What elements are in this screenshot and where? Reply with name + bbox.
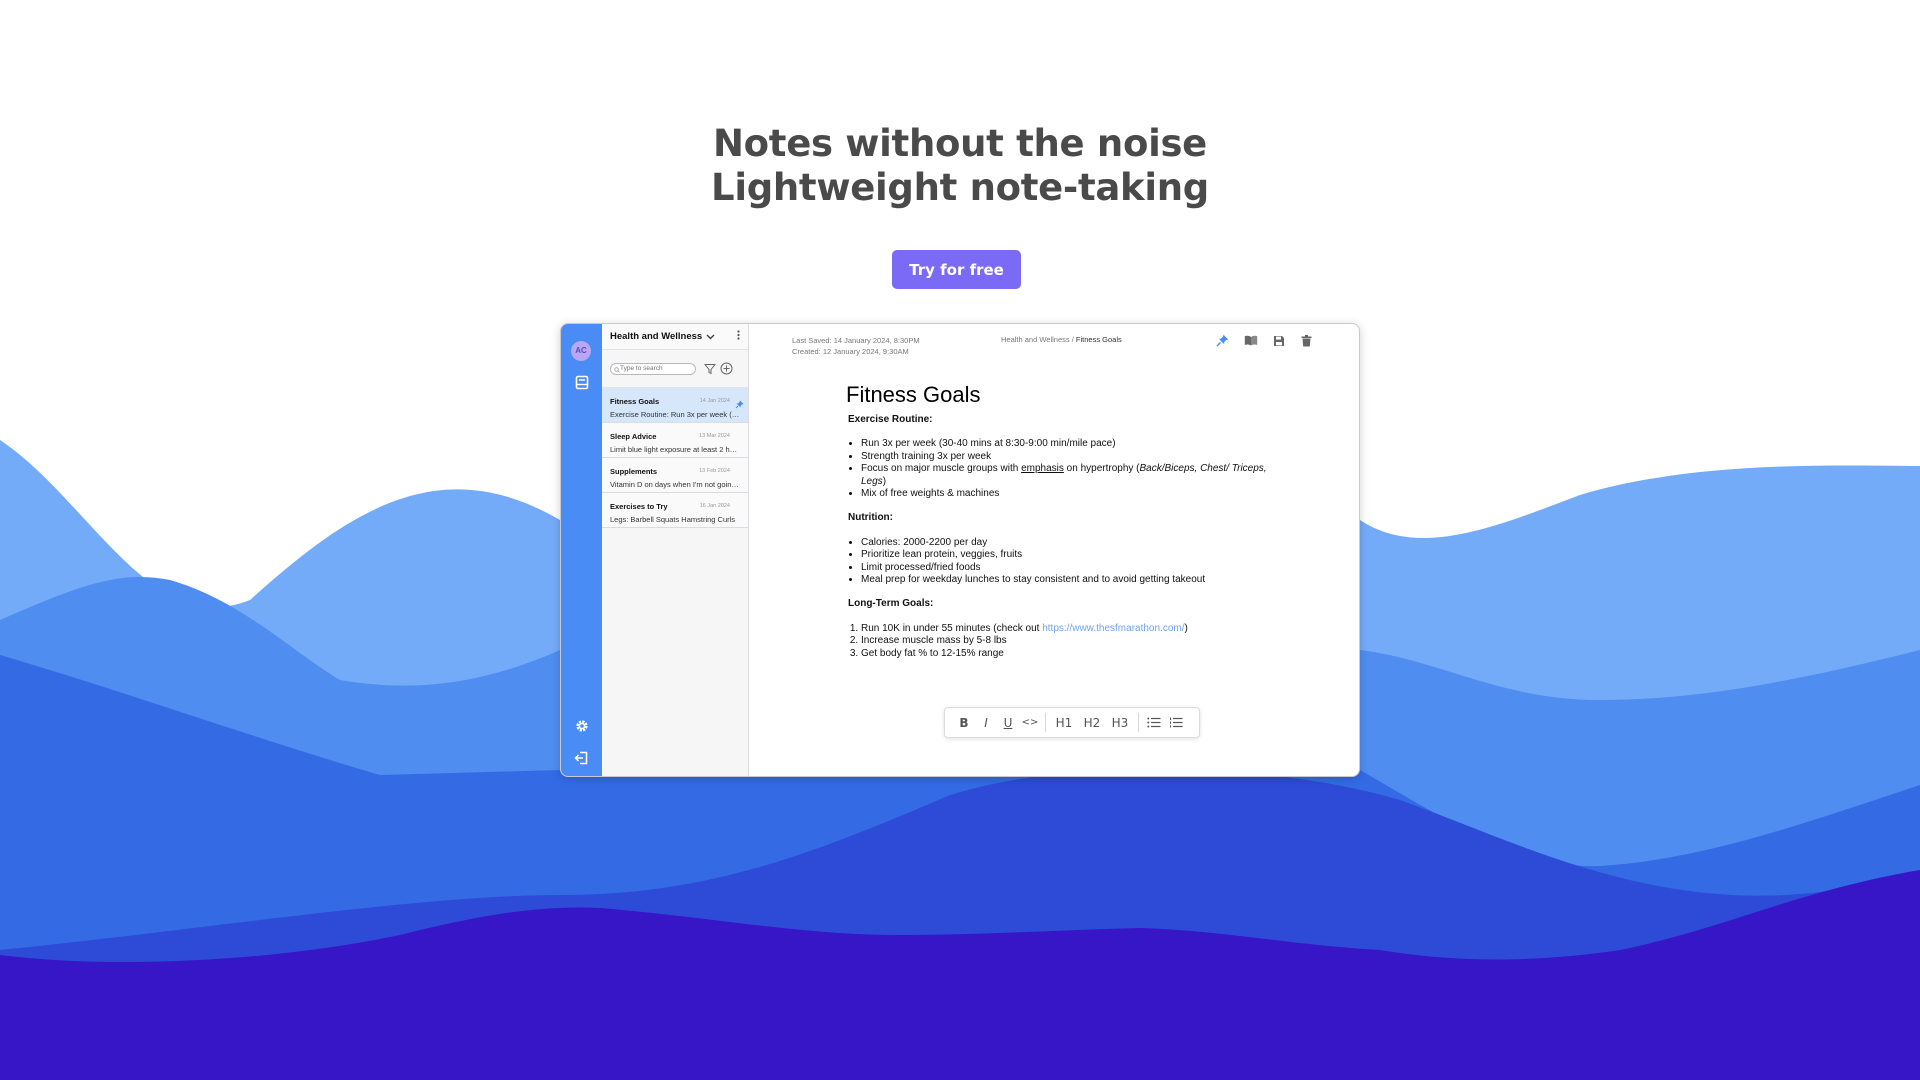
- editor-panel: Last Saved: 14 January 2024, 8:30PM Crea…: [749, 324, 1359, 776]
- list-item: Meal prep for weekday lunches to stay co…: [861, 574, 1268, 586]
- text-run: ): [1184, 622, 1188, 634]
- hero-line-1: Notes without the noise: [713, 122, 1207, 165]
- text-run: ): [882, 475, 887, 487]
- heading-3-button[interactable]: H3: [1106, 716, 1134, 730]
- list-item: Focus on major muscle groups with emphas…: [861, 463, 1268, 488]
- list-item: Increase muscle mass by 5-8 lbs: [861, 635, 1268, 647]
- note-date: 13 Mar 2024: [699, 433, 730, 439]
- note-preview: Limit blue light exposure at least 2 hou…: [610, 445, 740, 454]
- more-options-icon[interactable]: [737, 330, 740, 343]
- try-for-free-button[interactable]: Try for free: [892, 250, 1021, 289]
- goals-list: Run 10K in under 55 minutes (check out h…: [861, 623, 1268, 660]
- text-run: on hypertrophy (: [1063, 463, 1140, 475]
- hero-headline: Notes without the noise Lightweight note…: [0, 122, 1920, 210]
- note-date: 14 Jan 2024: [699, 398, 730, 404]
- note-date: 13 Feb 2024: [699, 468, 730, 474]
- app-window: AC Health and Wellness Type to search Fi…: [560, 323, 1360, 777]
- heading-1-button[interactable]: H1: [1050, 716, 1078, 730]
- settings-icon[interactable]: [573, 717, 590, 734]
- list-item[interactable]: Fitness Goals 14 Jan 2024 Exercise Routi…: [602, 388, 748, 423]
- list-item: Strength training 3x per week: [861, 451, 1268, 463]
- note-content[interactable]: Fitness Goals Exercise Routine: Run 3x p…: [846, 382, 1268, 660]
- list-item[interactable]: Exercises to Try 16 Jan 2024 Legs: Barbe…: [602, 493, 748, 528]
- search-row: [602, 350, 748, 388]
- code-button[interactable]: <>: [1019, 717, 1041, 728]
- notebook-selector[interactable]: Health and Wellness: [602, 324, 748, 350]
- search-input[interactable]: [620, 365, 694, 372]
- note-preview: Exercise Routine: Run 3x per week (30-40…: [610, 410, 740, 419]
- add-note-icon[interactable]: [720, 362, 733, 375]
- list-item[interactable]: Supplements 13 Feb 2024 Vitamin D on day…: [602, 458, 748, 493]
- notes-list-panel: Health and Wellness Fitness G: [602, 324, 749, 776]
- side-rail: AC: [561, 324, 602, 776]
- trash-icon[interactable]: [1298, 332, 1315, 349]
- breadcrumb: Health and Wellness / Fitness Goals: [1001, 335, 1122, 344]
- list-item: Calories: 2000-2200 per day: [861, 537, 1268, 549]
- section-heading: Exercise Routine:: [848, 414, 933, 425]
- note-date: 16 Jan 2024: [699, 503, 730, 509]
- note-actions: [1214, 332, 1315, 349]
- nutrition-list: Calories: 2000-2200 per day Prioritize l…: [861, 537, 1268, 587]
- note-title-heading: Fitness Goals: [846, 382, 981, 407]
- note-preview: Vitamin D on days when I'm not going out…: [610, 480, 740, 489]
- hero-line-2: Lightweight note-taking: [711, 166, 1209, 209]
- hero: Notes without the noise Lightweight note…: [0, 122, 1920, 210]
- italic-button[interactable]: I: [975, 716, 997, 730]
- logout-icon[interactable]: [573, 749, 590, 766]
- text-run: Run 10K in under 55 minutes (check out: [861, 622, 1043, 634]
- heading-2-button[interactable]: H2: [1078, 716, 1106, 730]
- breadcrumb-notebook[interactable]: Health and Wellness: [1001, 335, 1070, 344]
- notebook-name: Health and Wellness: [610, 331, 703, 342]
- created-text: Created: 12 January 2024, 9:30AM: [792, 347, 909, 356]
- save-icon[interactable]: [1270, 332, 1287, 349]
- list-item: Get body fat % to 12-15% range: [861, 648, 1268, 660]
- search-box[interactable]: [610, 362, 696, 375]
- filter-icon[interactable]: [703, 362, 716, 375]
- note-metadata: Last Saved: 14 January 2024, 8:30PM Crea…: [792, 335, 920, 357]
- marathon-link[interactable]: https://www.thesfmarathon.com/: [1042, 623, 1184, 634]
- pin-icon: [735, 396, 744, 414]
- list-item: Prioritize lean protein, veggies, fruits: [861, 549, 1268, 561]
- avatar[interactable]: AC: [571, 341, 591, 361]
- list-item: Limit processed/fried foods: [861, 562, 1268, 574]
- note-preview: Legs: Barbell Squats Hamstring Curls: [610, 515, 736, 524]
- book-icon[interactable]: [1242, 332, 1259, 349]
- pin-icon[interactable]: [1214, 332, 1231, 349]
- last-saved-text: Last Saved: 14 January 2024, 8:30PM: [792, 336, 920, 345]
- section-heading: Nutrition:: [848, 512, 893, 524]
- breadcrumb-note: Fitness Goals: [1075, 335, 1122, 344]
- list-item: Run 3x per week (30-40 mins at 8:30-9:00…: [861, 438, 1268, 450]
- chevron-down-icon: [706, 332, 715, 342]
- text-run: Focus on major muscle groups with: [861, 463, 1022, 475]
- divider: [1045, 713, 1046, 732]
- bullet-list-icon[interactable]: [1143, 716, 1165, 730]
- underlined-text: emphasis: [1021, 463, 1064, 475]
- underline-button[interactable]: U: [997, 716, 1019, 730]
- list-item: Mix of free weights & machines: [861, 488, 1268, 500]
- divider: [1138, 713, 1139, 732]
- list-item: Run 10K in under 55 minutes (check out h…: [861, 623, 1268, 635]
- exercise-list: Run 3x per week (30-40 mins at 8:30-9:00…: [861, 438, 1268, 500]
- formatting-toolbar: B I U <> H1 H2 H3: [944, 707, 1200, 738]
- section-heading: Long-Term Goals:: [848, 598, 934, 610]
- notebook-icon[interactable]: [573, 374, 590, 391]
- numbered-list-icon[interactable]: [1165, 716, 1187, 730]
- list-item[interactable]: Sleep Advice 13 Mar 2024 Limit blue ligh…: [602, 423, 748, 458]
- bold-button[interactable]: B: [953, 716, 975, 730]
